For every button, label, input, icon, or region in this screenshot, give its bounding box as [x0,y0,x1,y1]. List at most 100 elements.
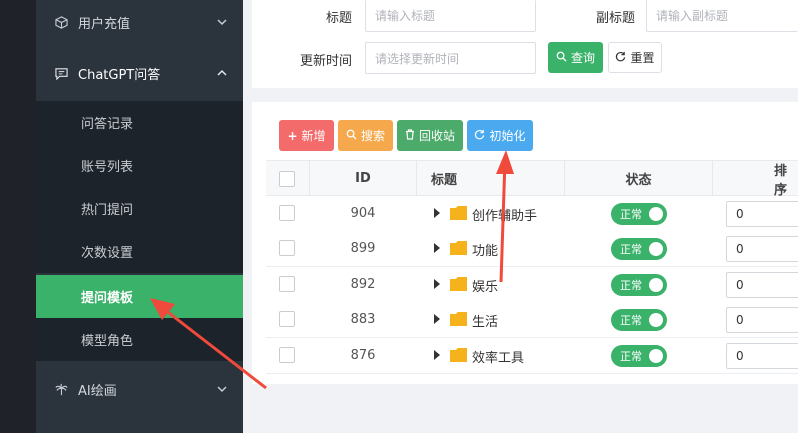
row-id: 883 [350,312,376,327]
sort-input[interactable]: 0 [726,307,798,333]
sidebar-item-hot-questions[interactable]: 热门提问 [36,187,243,230]
toggle-knob [649,349,663,363]
update-time-picker[interactable]: 请选择更新时间 [365,42,536,74]
row-title: 娱乐 [472,280,499,295]
table-row[interactable]: 892 娱乐 正常 0 [266,267,798,303]
search-icon [556,51,567,65]
update-time-label: 更新时间 [299,54,352,69]
sidebar-group-recharge[interactable]: 用户充值 [36,0,243,44]
reset-label: 重置 [630,51,655,65]
query-label: 查询 [570,51,595,65]
title-filter-label: 标题 [325,11,352,26]
status-text: 正常 [620,279,642,292]
status-text: 正常 [620,314,642,327]
sidebar-item-label: 次数设置 [81,246,134,261]
title-filter-input[interactable]: 请输入标题 [365,0,536,32]
subtitle-filter-input[interactable]: 请输入副标题 [646,0,798,32]
title-filter-placeholder: 请输入标题 [375,9,436,23]
table-header: ID 标题 状态 排序 [266,160,798,198]
table-row[interactable]: 883 生活 正常 0 [266,302,798,338]
query-button[interactable]: 查询 [548,42,603,73]
sidebar-item-label: 提问模板 [81,291,134,306]
expand-caret-icon[interactable] [434,279,440,289]
sort-value: 0 [736,278,744,292]
search-label: 搜索 [360,129,385,143]
sort-input[interactable]: 0 [726,272,798,298]
status-text: 正常 [620,208,642,221]
sort-value: 0 [736,349,744,363]
recycle-bin-button[interactable]: 回收站 [397,120,463,151]
status-toggle[interactable]: 正常 [611,309,667,331]
sidebar-item-quota-settings[interactable]: 次数设置 [36,230,243,273]
expand-caret-icon[interactable] [434,208,440,218]
palm-icon [54,382,68,396]
header-title[interactable]: 标题 [431,161,457,196]
add-label: 新增 [301,129,326,143]
row-checkbox[interactable] [279,347,295,363]
row-id: 899 [350,241,376,256]
sidebar-item-label: 模型角色 [81,334,134,349]
expand-caret-icon[interactable] [434,350,440,360]
row-title: 生活 [472,315,499,330]
row-title: 创作辅助手 [472,209,538,224]
header-sort[interactable]: 排序 [774,161,798,198]
sidebar-group-label: AI绘画 [78,383,117,399]
subtitle-filter-placeholder: 请输入副标题 [656,9,729,23]
add-button[interactable]: + 新增 [279,120,334,151]
table-row[interactable]: 876 效率工具 正常 0 [266,338,798,374]
toggle-knob [649,278,663,292]
init-label: 初始化 [489,129,526,143]
status-toggle[interactable]: 正常 [611,345,667,367]
row-checkbox[interactable] [279,276,295,292]
sidebar-item-accounts[interactable]: 账号列表 [36,144,243,187]
row-id: 904 [350,206,376,221]
header-id[interactable]: ID [310,161,416,196]
reset-button[interactable]: 重置 [608,42,662,73]
toggle-knob [649,313,663,327]
sidebar-item-label: 账号列表 [81,160,134,175]
sort-input[interactable]: 0 [726,201,798,227]
sidebar-item-label: 热门提问 [81,203,134,218]
folder-icon [450,312,467,326]
table-row[interactable]: 904 创作辅助手 正常 0 [266,196,798,232]
sidebar-item-qa-records[interactable]: 问答记录 [36,101,243,144]
folder-icon [450,348,467,362]
trash-icon [405,128,415,143]
status-toggle[interactable]: 正常 [611,274,667,296]
folder-icon [450,241,467,255]
sort-value: 0 [736,207,744,221]
row-checkbox[interactable] [279,205,295,221]
expand-caret-icon[interactable] [434,314,440,324]
app-left-strip [0,0,36,433]
column-divider [416,161,417,196]
expand-caret-icon[interactable] [434,243,440,253]
sidebar-group-chatgpt[interactable]: ChatGPT问答 [36,51,243,95]
sort-input[interactable]: 0 [726,343,798,369]
status-toggle[interactable]: 正常 [611,203,667,225]
sidebar-item-question-templates[interactable]: 提问模板 [36,275,243,318]
sidebar-item-model-roles[interactable]: 模型角色 [36,318,243,361]
subtitle-filter-label: 副标题 [595,11,635,26]
header-status[interactable]: 状态 [565,161,712,196]
search-toggle-button[interactable]: 搜索 [338,120,393,151]
plus-icon: + [287,128,298,143]
status-text: 正常 [620,350,642,363]
select-all-checkbox[interactable] [279,171,295,187]
initialize-button[interactable]: 初始化 [467,120,533,151]
folder-icon [450,277,467,291]
row-checkbox[interactable] [279,240,295,256]
chat-icon [54,66,68,80]
sidebar-group-ai-drawing[interactable]: AI绘画 [36,367,243,411]
table-row[interactable]: 899 功能 正常 0 [266,231,798,267]
sidebar-item-label: 问答记录 [81,117,134,132]
chevron-down-icon [217,19,227,26]
search-icon [346,129,357,143]
status-toggle[interactable]: 正常 [611,238,667,260]
row-checkbox[interactable] [279,311,295,327]
sort-value: 0 [736,313,744,327]
sort-value: 0 [736,242,744,256]
sidebar: 用户充值 ChatGPT问答 问答记录 账号列表 热门提问 次数设置 提问模板 … [36,0,243,433]
toggle-knob [649,242,663,256]
sort-input[interactable]: 0 [726,236,798,262]
column-divider [712,161,713,196]
